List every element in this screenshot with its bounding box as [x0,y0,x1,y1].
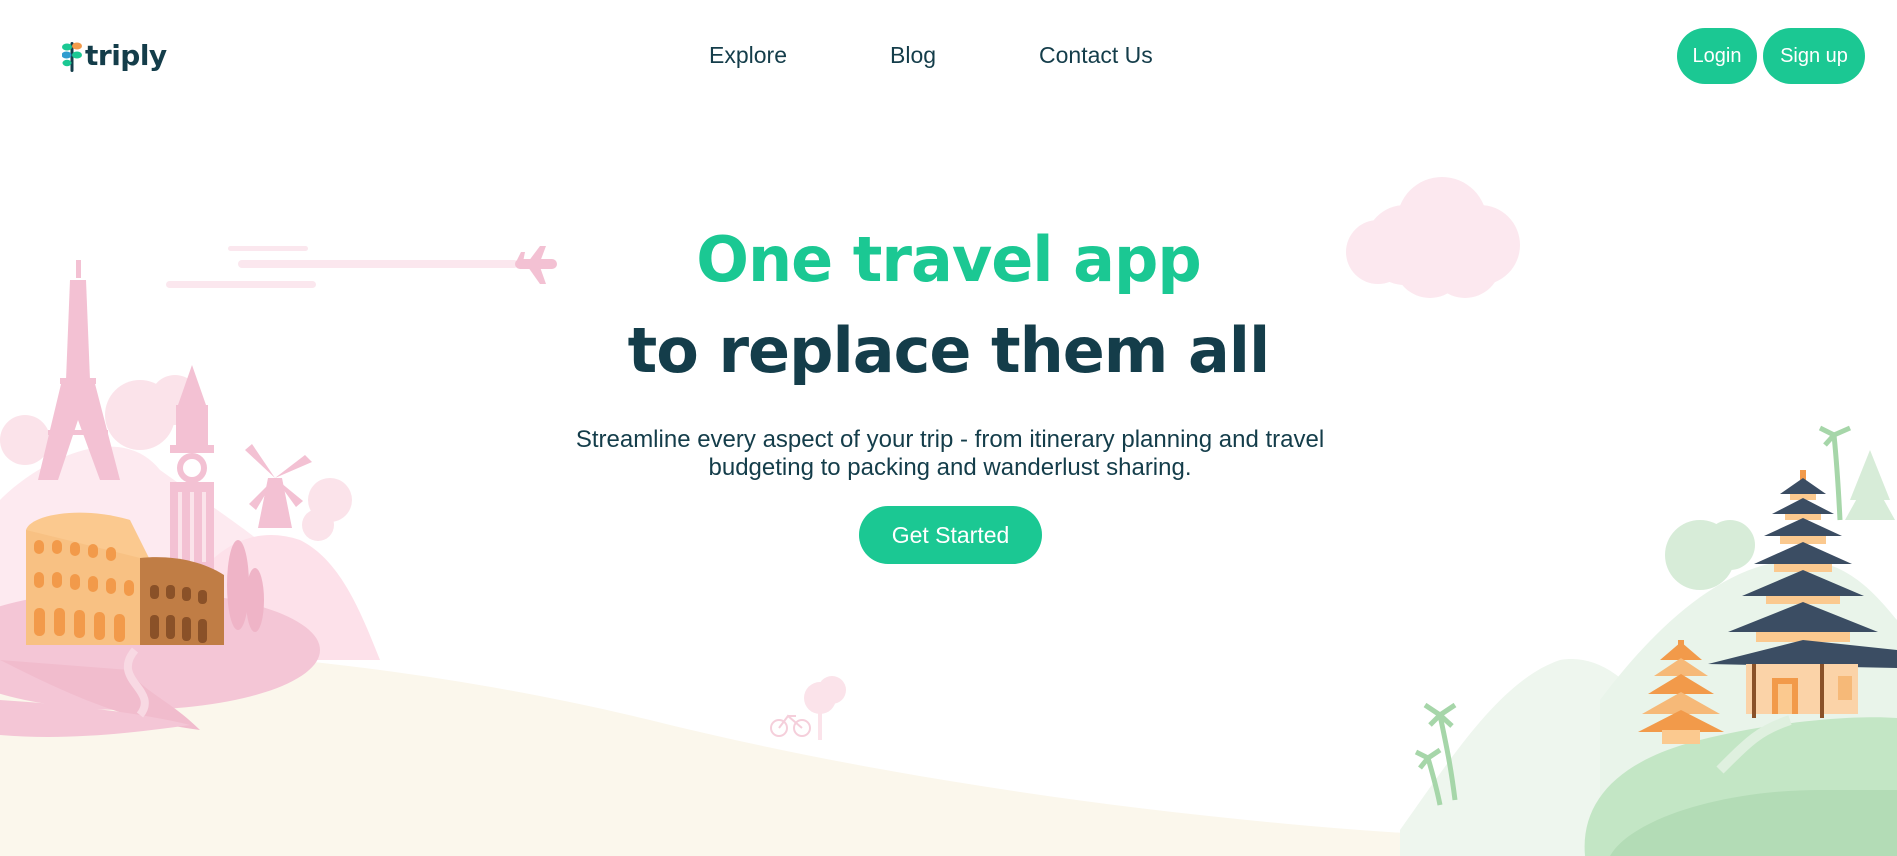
sign-up-button[interactable]: Sign up [1763,28,1865,84]
nav-link-blog[interactable]: Blog [890,40,936,70]
nav-link-contact-us[interactable]: Contact Us [1039,40,1153,70]
hero-title-line1: One travel app [696,223,1201,296]
brand-logo[interactable]: triply [62,36,167,74]
top-navigation-bar: triply Explore Blog Contact Us Login Sig… [0,0,1897,110]
brand-name: triply [85,38,167,72]
hero-title-line2: to replace them all [627,314,1271,387]
hero-subtitle: Streamline every aspect of your trip - f… [575,426,1325,481]
get-started-button[interactable]: Get Started [859,506,1042,564]
leaf-logo-icon [62,42,82,72]
windmill-icon [245,444,312,528]
nav-link-explore[interactable]: Explore [709,40,787,70]
login-button[interactable]: Login [1677,28,1757,84]
bicycle-icon [770,714,811,737]
